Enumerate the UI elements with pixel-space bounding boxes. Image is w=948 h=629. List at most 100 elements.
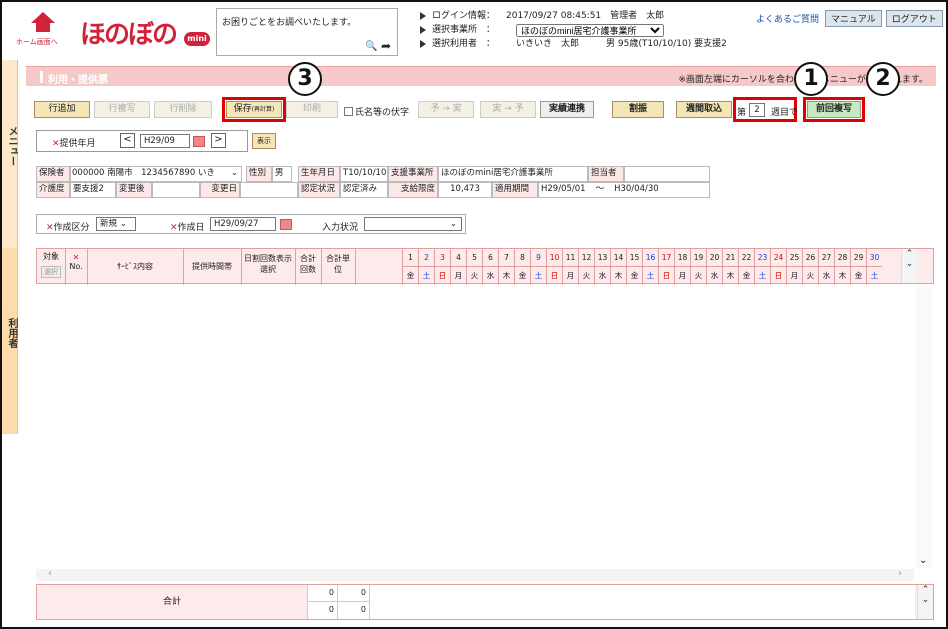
period-label: ✕提供年月 [52,139,96,149]
chevron-down-icon[interactable]: ⌄ [918,595,933,605]
weekly-import-button[interactable]: 週間取込 [676,101,732,118]
save-label: 保存 [233,104,252,114]
allocate-button[interactable]: 割振 [612,101,664,118]
grid-sep [295,249,296,285]
no-header-text: No. [69,262,83,271]
logo-mini: mini [184,32,210,46]
triangle-icon [420,40,426,48]
grid-sep [183,249,184,285]
header: ホーム画面へ ほのぼの mini お困りごとをお調べいたします。 🔍 ➦ ログイ… [2,2,946,59]
login-value: 2017/09/27 08:45:51 管理者 太郎 [506,11,665,21]
limit-value: 10,473 [438,182,492,198]
copy-row-button[interactable]: 行複写 [94,101,150,118]
total-count-2: 0 [307,602,337,619]
total-count-1: 0 [307,585,337,602]
day-weekday: 金 [518,271,527,280]
calendar-icon[interactable] [193,136,205,147]
input-status-select[interactable]: ⌄ [364,217,462,231]
day-weekday: 水 [822,271,831,280]
period-apply-label: 適用期間 [492,182,538,198]
insurer-select[interactable]: 000000 南陽市 1234567890 いき ⌄ [70,166,242,182]
day-column: 11 月 [562,249,578,285]
actual-link-button[interactable]: 実績連携 [540,101,594,118]
manual-button[interactable]: マニュアル [825,10,882,27]
home-button[interactable]: ホーム画面へ [16,10,70,52]
faq-link[interactable]: よくあるご質問 [756,12,819,25]
add-row-button[interactable]: 行追加 [34,101,90,118]
chevron-down-icon[interactable]: ⌄ [919,555,927,566]
body-vscroll[interactable]: ⌄ [916,284,932,568]
next-month-button[interactable]: > [211,133,226,148]
day-column: 15 金 [626,249,642,285]
side-user-tab[interactable]: 利用者 [2,248,18,434]
chevron-down-icon[interactable]: ⌄ [902,259,917,269]
create-type-select[interactable]: 新規 ⌄ [96,217,136,231]
insurer-value: 000000 南陽市 1234567890 いき [72,168,215,178]
footer-scroll[interactable]: ⌃ ⌄ [917,585,933,619]
day-weekday: 火 [470,271,479,280]
day-weekday: 金 [742,271,751,280]
day-weekday: 金 [854,271,863,280]
annotation-1: 1 [794,62,828,96]
body-hscroll[interactable]: ‹ › [36,568,914,581]
day-column: 21 木 [722,249,738,285]
day-weekday: 水 [710,271,719,280]
hide-name-label: 氏名等の伏字 [355,108,410,118]
show-button[interactable]: 表示 [252,133,276,149]
birth-value: T10/10/10 [340,166,388,182]
insurer-label: 保険者 [36,166,70,182]
prev-copy-button[interactable]: 前回複写 [807,101,861,118]
day-number: 21 [723,249,738,267]
day-column: 27 水 [818,249,834,285]
day-column: 14 木 [610,249,626,285]
app-logo: ほのぼの mini [76,10,210,52]
day-weekday: 土 [646,271,655,280]
week-suffix: 週目で [771,108,799,118]
logout-button[interactable]: ログアウト [885,10,943,27]
period-input[interactable]: H29/09 [140,134,190,148]
side-menu-tab[interactable]: メニュー [2,60,18,248]
week-number-input[interactable]: 2 [749,103,765,117]
help-search-box[interactable]: お困りごとをお調べいたします。 🔍 ➦ [216,8,398,56]
total-unit-2: 0 [337,602,369,619]
day-column: 25 月 [786,249,802,285]
user-label: 選択利用者 ： [432,39,496,49]
home-label: ホーム画面へ [16,38,58,46]
no-header: ✕ No. [69,253,83,271]
chevron-right-icon[interactable]: › [898,568,902,579]
create-date-input[interactable]: H29/09/27 [210,217,276,231]
calendar-icon[interactable] [280,219,292,230]
day-number: 3 [435,249,450,267]
day-number: 19 [691,249,706,267]
go-arrow-icon[interactable]: ➦ [381,39,391,53]
day-weekday: 金 [630,271,639,280]
day-column: 10 日 [546,249,562,285]
hide-name-checkbox[interactable]: 氏名等の伏字 [344,105,409,118]
day-column: 19 火 [690,249,706,285]
select-button[interactable]: 選択 [41,266,61,278]
save-button[interactable]: 保存(再計算) [226,101,282,118]
annotation-2: 2 [866,62,900,96]
prev-month-button[interactable]: < [120,133,135,148]
actual-to-plan-button[interactable]: 実 → 予 [480,101,536,118]
chevron-left-icon[interactable]: ‹ [48,568,52,579]
print-button[interactable]: 印刷 [286,101,338,118]
day-column: 6水 [482,249,498,285]
plan-to-actual-button[interactable]: 予 → 実 [418,101,474,118]
search-icon[interactable]: 🔍 [365,41,377,52]
delete-row-button[interactable]: 行削除 [154,101,212,118]
office-label-cell: 支援事業所 [388,166,438,182]
checkbox-icon[interactable] [344,107,353,116]
side-menu-label: メニュー [6,126,17,166]
title-accent [40,71,43,83]
chevron-up-icon[interactable]: ⌃ [902,249,917,259]
header-scroll[interactable]: ⌃ ⌄ [901,249,917,283]
day-column: 18 月 [674,249,690,285]
day-column: 29 金 [850,249,866,285]
day-weekday: 月 [454,271,463,280]
grid-sep [355,249,356,285]
day-number: 8 [515,249,530,267]
office-select[interactable]: ほのぼのmini居宅介護事業所 [516,23,664,37]
chevron-up-icon[interactable]: ⌃ [918,585,933,595]
target-header: 対象 [43,252,59,261]
